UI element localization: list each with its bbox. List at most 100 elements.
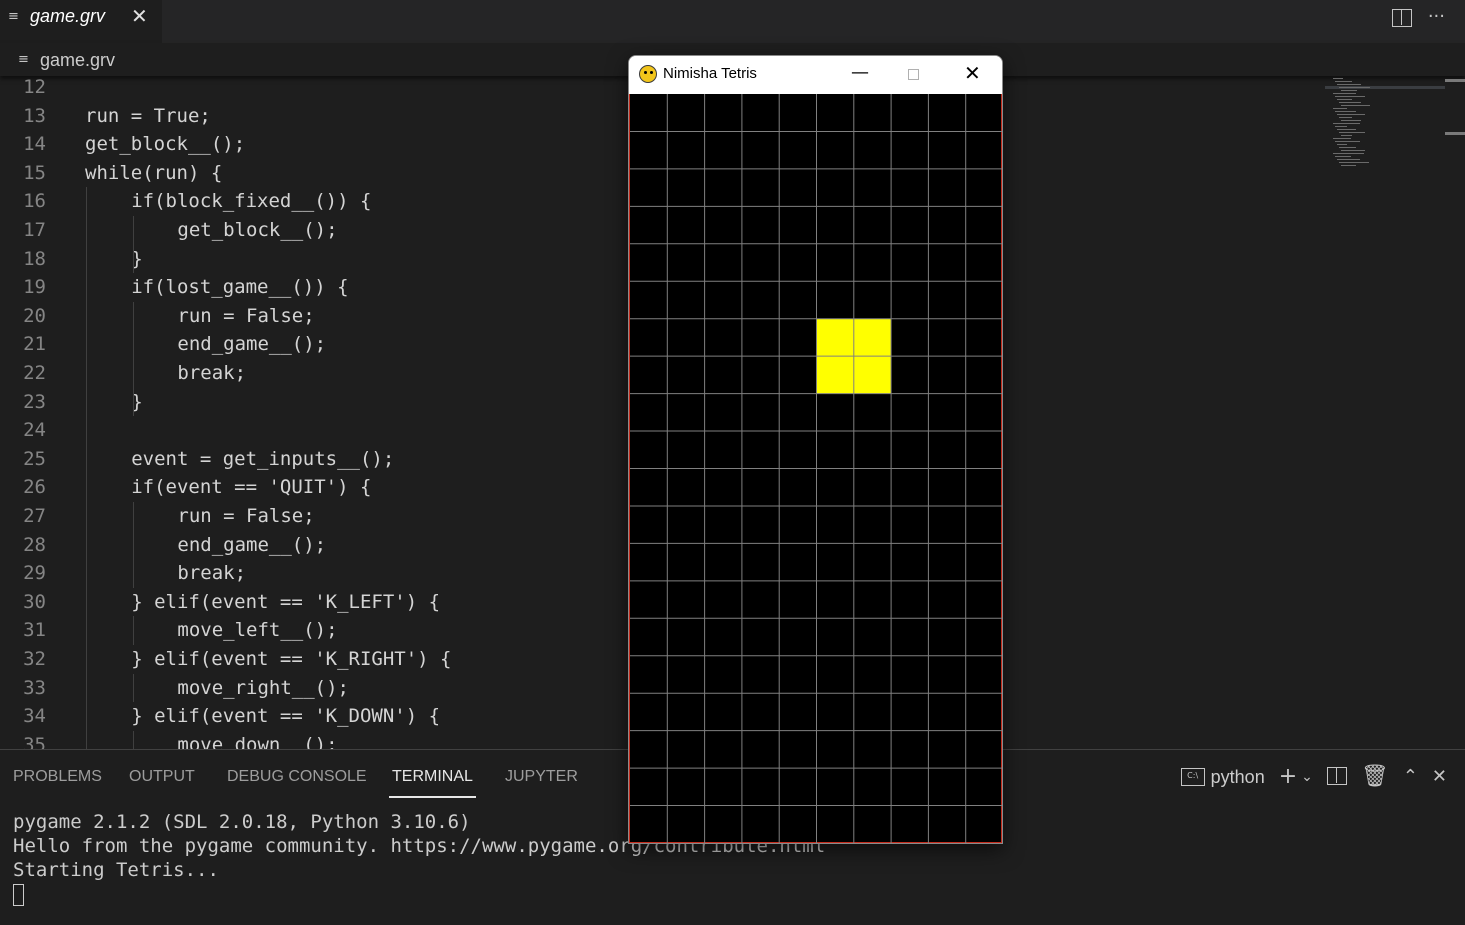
code-text: if(block_fixed__()) { <box>131 190 372 213</box>
line-number: 29 <box>23 562 46 585</box>
indent-guide <box>133 301 134 417</box>
minimap[interactable] <box>1325 76 1465 176</box>
game-window-titlebar[interactable]: Nimisha Tetris — ✕ <box>629 56 1002 94</box>
minimap-line <box>1339 87 1370 88</box>
tab-terminal[interactable]: TERMINAL <box>389 768 476 798</box>
minimap-line <box>1333 123 1360 124</box>
close-panel-icon[interactable]: ✕ <box>1432 766 1447 788</box>
line-number: 32 <box>23 648 46 670</box>
code-text: if(lost_game__()) { <box>131 276 349 299</box>
minimap-line <box>1341 105 1370 106</box>
minimap-line <box>1335 81 1352 82</box>
line-number: 21 <box>23 333 46 356</box>
game-window[interactable]: Nimisha Tetris — ✕ <box>628 55 1003 844</box>
terminal-line: Starting Tetris... <box>13 859 219 881</box>
line-number: 34 <box>23 705 46 728</box>
minimap-line <box>1335 111 1356 112</box>
code-text: break; <box>177 362 247 384</box>
minimap-line <box>1333 108 1347 109</box>
line-number: 25 <box>23 447 46 470</box>
code-text: } elif(event == 'K_DOWN') { <box>131 705 441 728</box>
line-number: 27 <box>23 505 46 527</box>
panel-actions: C:\ python + ⌄ 🗑 ⌃ ✕ <box>1180 764 1447 790</box>
minimap-line <box>1339 162 1369 163</box>
code-text: break; <box>177 562 247 585</box>
indent-guide <box>133 730 134 749</box>
line-number: 19 <box>23 276 46 299</box>
tetris-grid <box>630 94 1002 843</box>
tetromino-cell <box>816 318 854 357</box>
minimap-line <box>1341 120 1361 121</box>
code-text: event = get_inputs__(); <box>131 447 395 470</box>
code-text: move_left__(); <box>177 619 338 642</box>
tetromino-cell <box>853 318 892 357</box>
line-number: 23 <box>23 390 46 413</box>
line-number: 33 <box>23 676 46 699</box>
line-number: 22 <box>23 362 46 384</box>
trash-icon[interactable]: 🗑 <box>1361 766 1389 788</box>
maximize-icon[interactable] <box>908 69 919 80</box>
tab-game-grv[interactable]: ≡ game.grv ✕ <box>0 0 162 43</box>
minimap-line <box>1333 138 1351 139</box>
code-text: run = False; <box>177 304 315 327</box>
line-number: 12 <box>23 76 46 98</box>
minimap-line <box>1337 159 1360 160</box>
line-number: 17 <box>23 219 46 241</box>
minimap-line <box>1341 135 1352 136</box>
breadcrumb-file[interactable]: game.grv <box>40 50 115 71</box>
tab-actions: ··· <box>1391 6 1445 32</box>
plus-icon[interactable]: + <box>1279 766 1297 788</box>
minimap-line <box>1335 96 1365 97</box>
tab-debug-console[interactable]: DEBUG CONSOLE <box>227 768 367 786</box>
lines-file-icon: ≡ <box>18 52 29 67</box>
split-editor-icon[interactable] <box>1391 6 1412 32</box>
chevron-up-icon[interactable]: ⌃ <box>1403 766 1418 788</box>
minimap-line <box>1337 144 1347 145</box>
indent-guide <box>133 673 134 703</box>
minimap-line <box>1337 129 1356 130</box>
line-number: 28 <box>23 533 46 556</box>
code-text: move_down__(); <box>177 733 338 749</box>
minimap-line <box>1333 153 1364 154</box>
minimap-line <box>1339 147 1356 148</box>
game-board[interactable] <box>629 94 1002 843</box>
terminal-cursor <box>13 883 24 906</box>
minimize-icon[interactable]: — <box>851 62 869 83</box>
pygame-snake-icon <box>639 65 657 83</box>
lines-file-icon: ≡ <box>8 9 19 24</box>
tetromino-cell <box>816 356 854 394</box>
terminal-icon[interactable]: C:\ <box>1180 768 1205 786</box>
terminal-name[interactable]: python <box>1211 767 1265 788</box>
line-number: 15 <box>23 161 46 184</box>
minimap-line <box>1337 84 1361 85</box>
line-number: 16 <box>23 190 46 213</box>
indent-guide <box>133 616 134 645</box>
game-window-title: Nimisha Tetris <box>663 65 757 82</box>
tab-jupyter[interactable]: JUPYTER <box>505 768 578 786</box>
code-text: while(run) { <box>85 161 223 184</box>
line-number: 14 <box>23 133 46 156</box>
split-terminal-icon[interactable] <box>1326 764 1347 790</box>
code-text: get_block__(); <box>85 133 246 156</box>
tab-output[interactable]: OUTPUT <box>129 768 195 786</box>
chevron-down-icon[interactable]: ⌄ <box>1301 766 1313 788</box>
more-actions-icon[interactable]: ··· <box>1428 6 1445 32</box>
editor-tab-bar: ≡ game.grv ✕ ··· <box>0 0 1465 43</box>
code-text: if(event == 'QUIT') { <box>131 476 372 499</box>
line-number: 18 <box>23 247 46 270</box>
minimap-line <box>1339 117 1352 118</box>
code-text: run = False; <box>177 505 315 527</box>
close-icon[interactable]: ✕ <box>131 4 148 28</box>
minimap-line <box>1335 126 1347 127</box>
indent-guide <box>133 216 134 274</box>
close-window-icon[interactable]: ✕ <box>964 61 981 85</box>
tab-problems[interactable]: PROBLEMS <box>13 768 102 786</box>
code-text: move_right__(); <box>177 676 349 699</box>
code-text: run = True; <box>85 104 211 127</box>
minimap-line <box>1339 132 1365 133</box>
minimap-line <box>1337 99 1352 100</box>
minimap-line <box>1341 150 1365 151</box>
line-number: 35 <box>23 733 46 749</box>
code-text: get_block__(); <box>177 219 338 241</box>
line-number: 20 <box>23 304 46 327</box>
